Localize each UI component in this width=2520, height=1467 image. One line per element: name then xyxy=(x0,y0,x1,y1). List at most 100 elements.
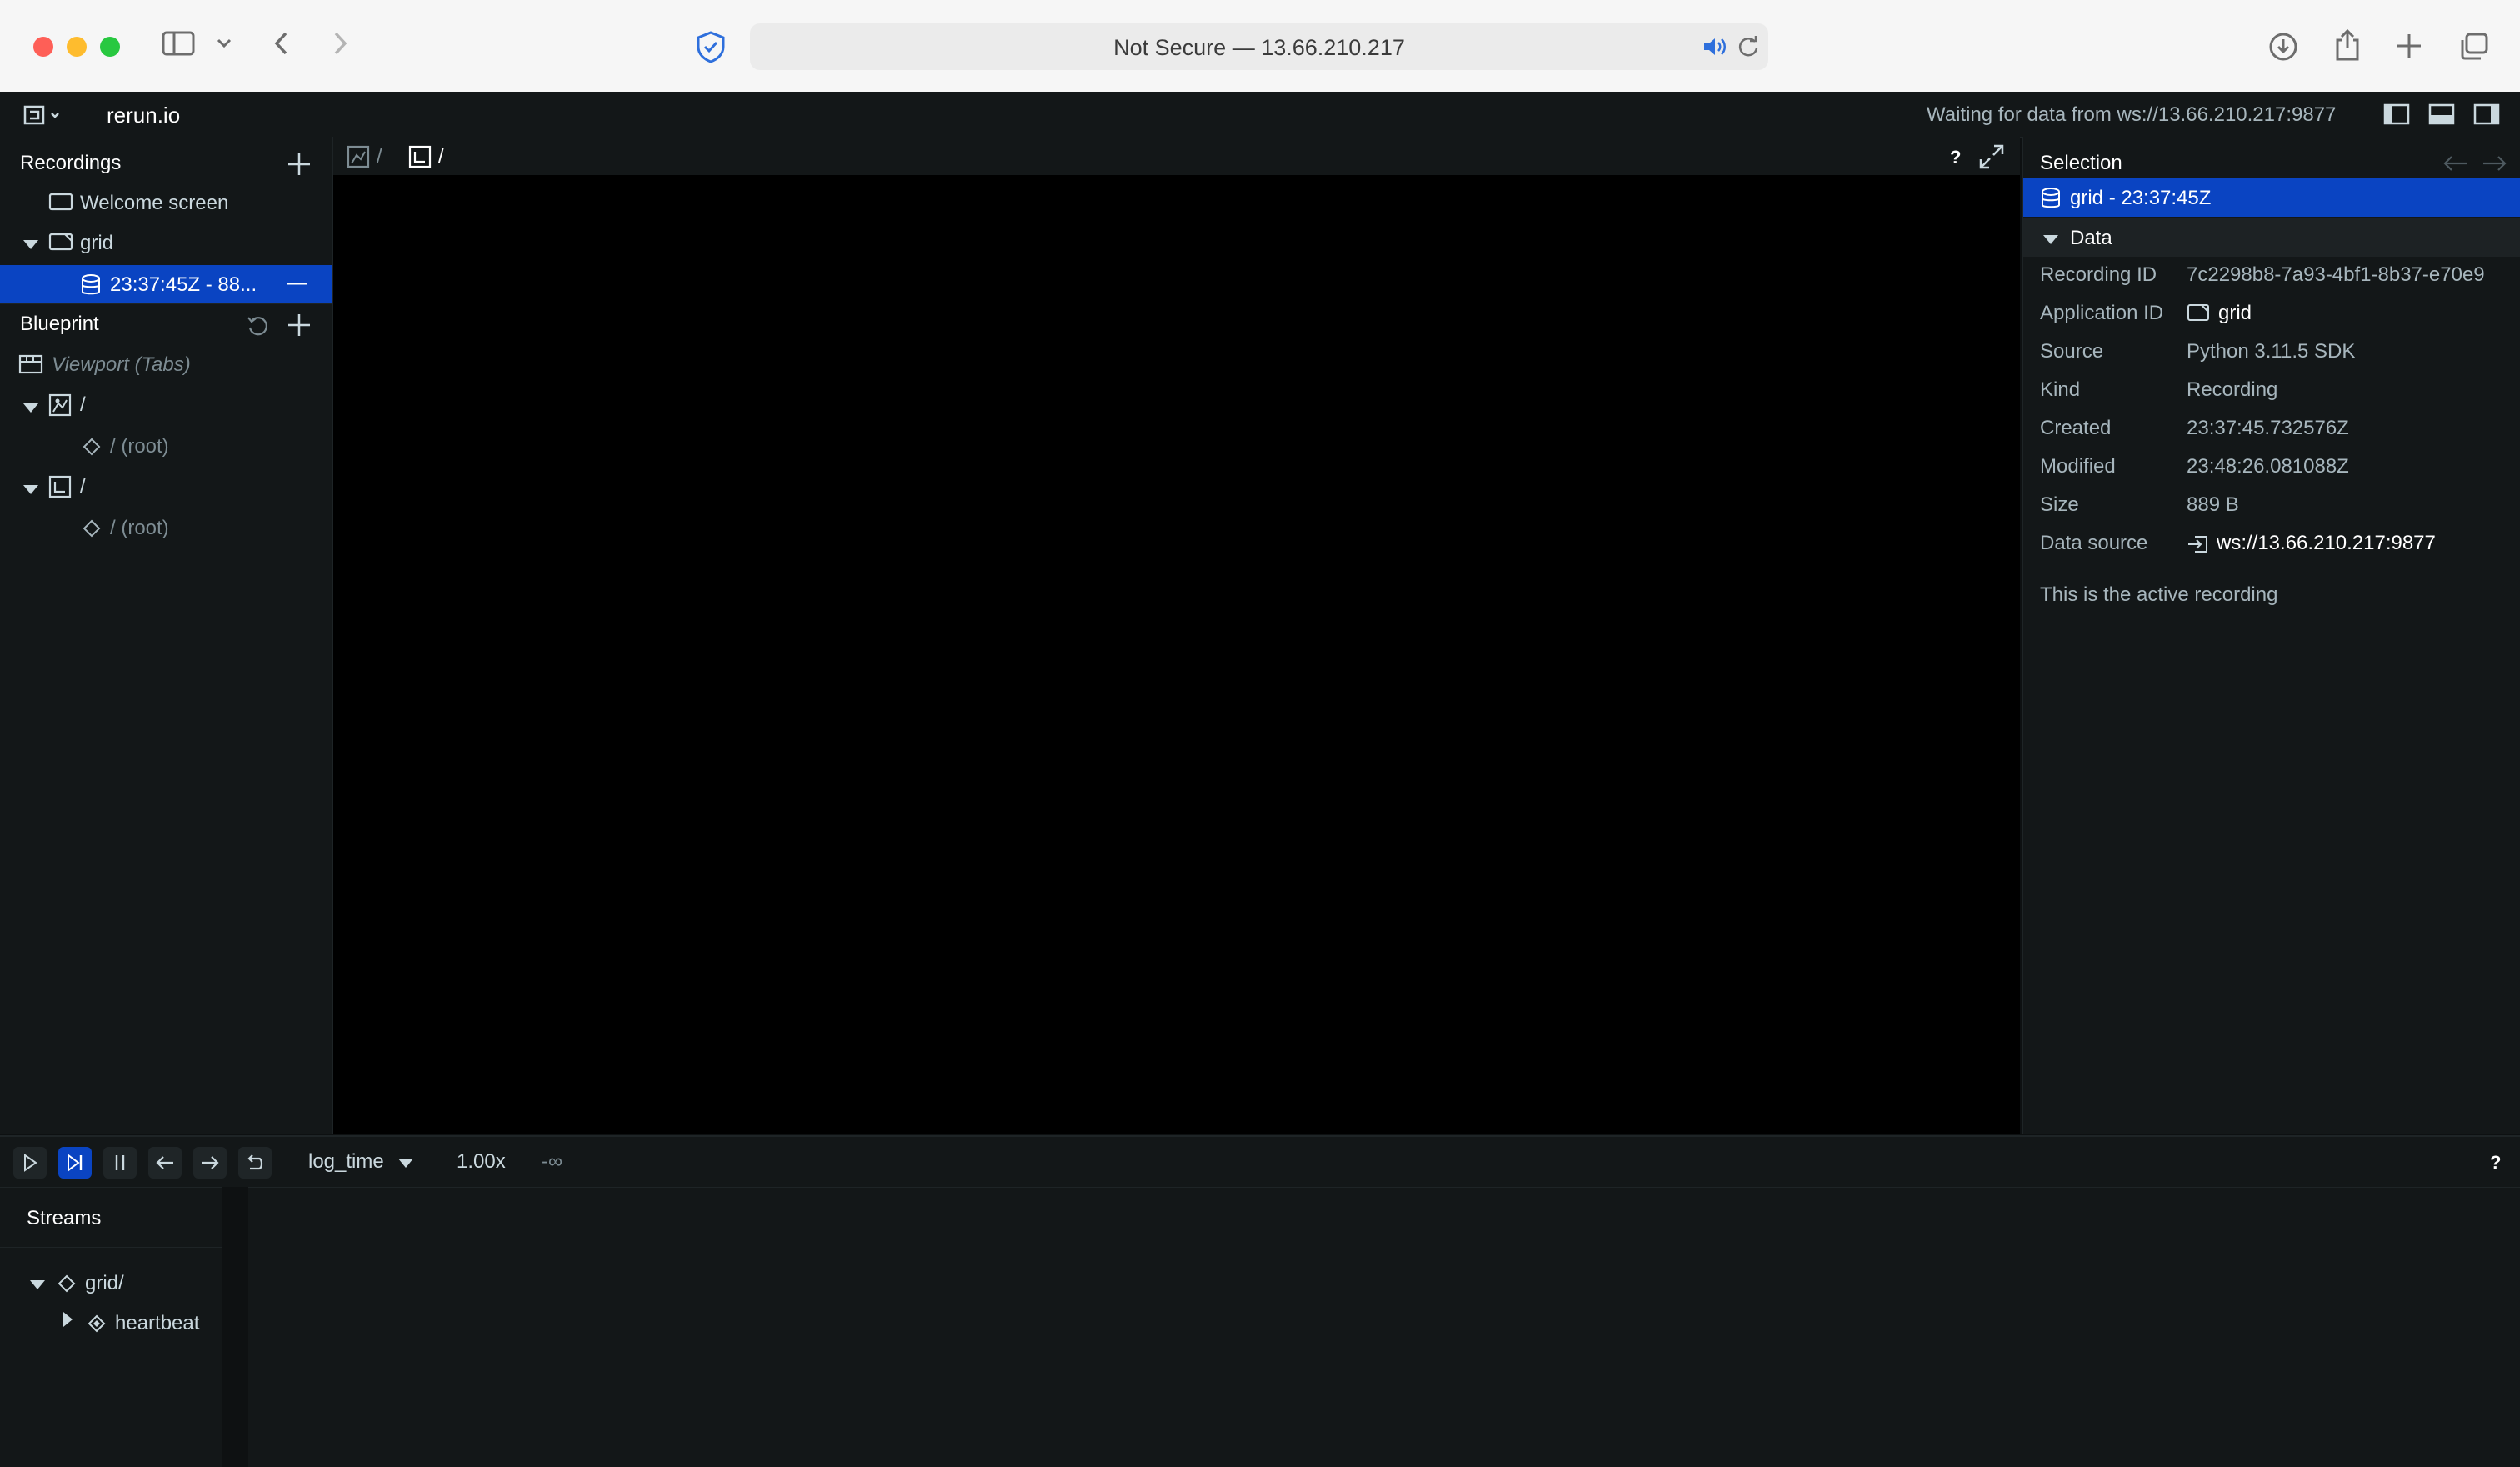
toggle-left-panel-icon[interactable] xyxy=(2383,103,2410,129)
follow-button[interactable] xyxy=(58,1147,92,1179)
application-icon xyxy=(2187,303,2210,326)
recording-id-value: 7c2298b8-7a93-4bf1-8b37-e70e9 xyxy=(2187,263,2485,286)
stream-grid[interactable]: grid/ xyxy=(85,1272,124,1295)
entity-leaf-icon xyxy=(87,1314,107,1338)
3d-viewport[interactable] xyxy=(333,175,2020,1134)
collapse-arrow-icon[interactable] xyxy=(23,402,38,417)
new-tab-icon[interactable] xyxy=(2395,32,2423,64)
view-2-label[interactable]: / xyxy=(80,475,86,498)
tab-overview-icon[interactable] xyxy=(2458,32,2490,66)
chevron-down-icon[interactable] xyxy=(215,30,233,64)
application-grid[interactable]: grid xyxy=(80,232,113,255)
view-tab-2[interactable]: / xyxy=(438,145,444,168)
expand-arrow-icon[interactable] xyxy=(63,1312,72,1331)
viewport-label[interactable]: Viewport (Tabs) xyxy=(52,353,191,377)
back-icon[interactable] xyxy=(272,30,292,64)
streams-header-row: Streams xyxy=(0,1187,222,1248)
collapse-arrow-icon[interactable] xyxy=(2043,233,2058,248)
data-section-header[interactable]: Data xyxy=(2023,218,2520,257)
step-forward-button[interactable] xyxy=(193,1147,227,1179)
welcome-screen-icon xyxy=(48,192,73,216)
play-button[interactable] xyxy=(13,1147,47,1179)
blueprint-header: Blueprint xyxy=(20,313,99,335)
close-window-button[interactable] xyxy=(33,37,53,57)
recordings-header: Recordings xyxy=(20,152,122,174)
forward-arrow-icon[interactable] xyxy=(2482,153,2508,178)
size-key: Size xyxy=(2040,493,2079,516)
app-name-link[interactable]: rerun.io xyxy=(107,103,180,128)
data-source-value[interactable]: ws://13.66.210.217:9877 xyxy=(2217,532,2436,555)
entity-diamond-icon xyxy=(57,1274,77,1298)
maximize-view-icon[interactable] xyxy=(1978,143,2005,174)
modified-key: Modified xyxy=(2040,455,2116,478)
entity-diamond-icon xyxy=(82,437,102,461)
connection-status: Waiting for data from ws://13.66.210.217… xyxy=(1927,103,2337,126)
kind-key: Kind xyxy=(2040,378,2081,401)
step-back-button[interactable] xyxy=(148,1147,182,1179)
app-top-bar: rerun.io Waiting for data from ws://13.6… xyxy=(0,92,2520,138)
stream-heartbeat[interactable]: heartbeat xyxy=(115,1312,199,1335)
database-icon xyxy=(80,273,102,301)
download-icon[interactable] xyxy=(2268,32,2298,66)
add-view-icon[interactable] xyxy=(287,313,312,342)
size-value: 889 B xyxy=(2187,493,2239,516)
pause-button[interactable] xyxy=(103,1147,137,1179)
recording-id-key: Recording ID xyxy=(2040,263,2158,286)
timeline-help-button[interactable]: ? xyxy=(2490,1152,2501,1174)
loop-button[interactable] xyxy=(238,1147,272,1179)
application-id-value[interactable]: grid xyxy=(2218,302,2252,325)
privacy-shield-icon[interactable] xyxy=(695,30,727,71)
collapse-arrow-icon[interactable] xyxy=(23,238,38,253)
modified-value: 23:48:26.081088Z xyxy=(2187,455,2349,478)
forward-icon[interactable] xyxy=(330,30,350,64)
toggle-bottom-panel-icon[interactable] xyxy=(2428,103,2455,129)
2d-view-icon xyxy=(48,393,72,421)
source-key: Source xyxy=(2040,340,2104,363)
share-icon[interactable] xyxy=(2333,28,2362,66)
add-recording-icon[interactable] xyxy=(287,152,312,181)
source-value: Python 3.11.5 SDK xyxy=(2187,340,2356,363)
created-key: Created xyxy=(2040,417,2112,439)
close-recording-button[interactable]: — xyxy=(287,272,307,295)
view-1-label[interactable]: / xyxy=(80,393,86,417)
back-arrow-icon[interactable] xyxy=(2442,153,2468,178)
entity-diamond-icon xyxy=(82,518,102,543)
rerun-logo-icon[interactable] xyxy=(23,103,63,131)
view-tab-1[interactable]: / xyxy=(377,145,382,168)
toggle-right-panel-icon[interactable] xyxy=(2473,103,2500,129)
minimize-window-button[interactable] xyxy=(67,37,87,57)
reload-icon[interactable] xyxy=(1737,35,1760,63)
current-time[interactable]: -∞ xyxy=(542,1150,562,1174)
created-value: 23:37:45.732576Z xyxy=(2187,417,2349,439)
rerun-viewer: rerun.io Waiting for data from ws://13.6… xyxy=(0,92,2520,1467)
active-recording-note: This is the active recording xyxy=(2040,583,2278,606)
recording-label: 23:37:45Z - 88... xyxy=(110,273,258,296)
collapse-arrow-icon[interactable] xyxy=(23,483,38,498)
data-section-title: Data xyxy=(2070,227,2112,249)
selected-item-label: grid - 23:37:45Z xyxy=(2070,187,2212,209)
view-2-root-entity[interactable]: / (root) xyxy=(110,517,169,540)
database-icon xyxy=(2040,187,2062,214)
collapse-arrow-icon[interactable] xyxy=(30,1279,45,1294)
viewport-tabs-icon xyxy=(18,353,43,379)
recording-welcome-screen[interactable]: Welcome screen xyxy=(80,192,228,215)
speaker-icon[interactable] xyxy=(1702,35,1728,63)
view-1-root-entity[interactable]: / (root) xyxy=(110,435,169,458)
3d-view-icon xyxy=(408,145,432,173)
2d-view-icon xyxy=(347,145,370,173)
timeline-selector[interactable]: log_time xyxy=(308,1150,384,1174)
time-area[interactable] xyxy=(222,1187,248,1467)
playback-speed[interactable]: 1.00x xyxy=(457,1150,506,1174)
chevron-down-icon[interactable] xyxy=(398,1157,413,1172)
address-bar[interactable]: Not Secure — 13.66.210.217 xyxy=(750,23,1768,70)
selected-item-row[interactable]: grid - 23:37:45Z xyxy=(2023,178,2520,217)
left-panel: Recordings Welcome screen grid 23:37:45Z… xyxy=(0,137,333,1134)
reset-blueprint-icon[interactable] xyxy=(247,314,270,342)
zoom-window-button[interactable] xyxy=(100,37,120,57)
streams-header: Streams xyxy=(27,1207,102,1229)
recording-row-selected[interactable]: 23:37:45Z - 88... — xyxy=(0,265,332,303)
sidebar-toggle-icon[interactable] xyxy=(162,30,195,64)
application-id-key: Application ID xyxy=(2040,302,2164,324)
time-control-bar: log_time 1.00x -∞ ? xyxy=(0,1137,2520,1188)
view-help-button[interactable]: ? xyxy=(1950,147,1961,168)
